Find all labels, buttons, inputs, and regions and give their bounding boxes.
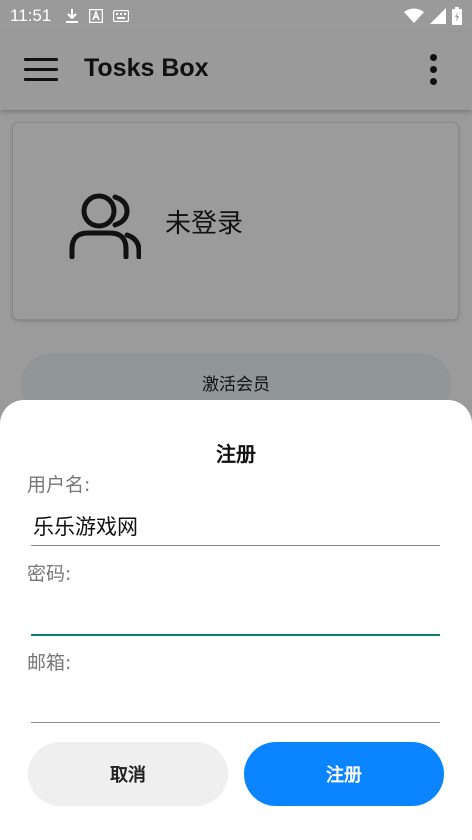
- signal-icon: [430, 8, 446, 24]
- login-status: 未登录: [165, 209, 244, 239]
- keyboard-icon: [113, 10, 130, 22]
- download-icon: [66, 9, 79, 23]
- status-bar: 11:51: [0, 0, 472, 32]
- email-input[interactable]: [31, 683, 440, 723]
- app-bar: Tosks Box: [0, 32, 472, 110]
- menu-icon[interactable]: [24, 58, 58, 82]
- password-input[interactable]: [31, 595, 440, 635]
- cancel-button[interactable]: 取消: [28, 742, 228, 806]
- email-label: 邮箱:: [27, 652, 72, 674]
- username-label: 用户名:: [27, 474, 91, 496]
- status-notification-icons: [65, 8, 130, 24]
- password-label: 密码:: [27, 563, 72, 585]
- battery-icon: [452, 7, 462, 25]
- username-input[interactable]: [31, 506, 440, 546]
- email-underline: [31, 722, 440, 723]
- register-dialog: 注册 用户名: 密码: 邮箱: 取消 注册: [0, 400, 472, 840]
- status-time: 11:51: [10, 6, 52, 25]
- app-title: Tosks Box: [84, 54, 209, 82]
- a-letter-icon: [89, 9, 104, 23]
- user-card[interactable]: 未登录: [12, 122, 459, 320]
- password-underline: [31, 634, 440, 636]
- username-underline: [31, 545, 440, 546]
- register-button[interactable]: 注册: [244, 742, 444, 806]
- wifi-icon: [404, 8, 424, 23]
- more-vert-icon[interactable]: [430, 54, 438, 86]
- dialog-title: 注册: [216, 442, 256, 466]
- status-system-icons: [404, 7, 462, 25]
- users-icon: [69, 193, 141, 259]
